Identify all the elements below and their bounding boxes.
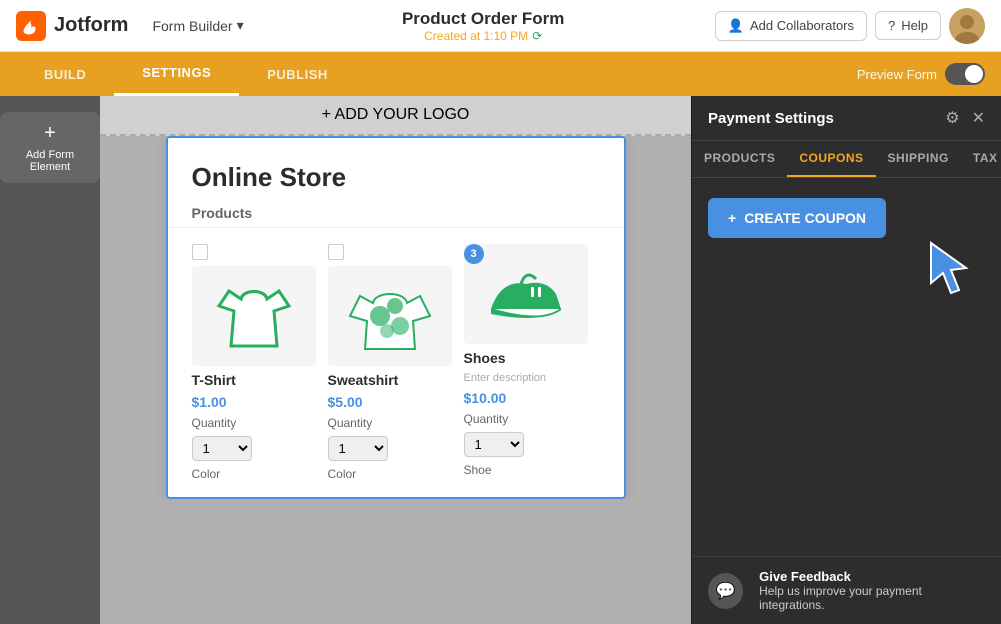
nav-right: 👤 Add Collaborators ? Help <box>715 8 985 44</box>
tab-settings[interactable]: SETTINGS <box>114 52 239 96</box>
tab-shipping[interactable]: SHIPPING <box>876 141 961 177</box>
products-label: Products <box>192 205 253 221</box>
logo-text: Jotform <box>54 14 128 37</box>
product-name-sweatshirt: Sweatshirt <box>328 372 452 388</box>
product-price-shoes: $10.00 <box>464 390 588 406</box>
add-form-element-button[interactable]: + Add Form Element <box>0 112 100 183</box>
product-item-tshirt: T-Shirt $1.00 Quantity 123 Color <box>192 244 328 481</box>
qty-label-sweatshirt: Quantity <box>328 416 452 430</box>
product-image-wrapper-shoes: 3 <box>464 244 588 344</box>
help-label: Help <box>901 18 928 33</box>
gear-icon[interactable]: ⚙ <box>945 108 959 128</box>
feedback-subtitle: Help us improve your payment integration… <box>759 584 985 612</box>
add-collaborators-label: Add Collaborators <box>750 18 854 33</box>
qty-label-tshirt: Quantity <box>192 416 316 430</box>
panel-tabs: PRODUCTS COUPONS SHIPPING TAX INVOICE <box>692 141 1001 178</box>
product-image-tshirt <box>192 266 316 366</box>
product-checkbox-tshirt[interactable] <box>192 244 208 260</box>
main-area: + Add Form Element + ADD YOUR LOGO Onlin… <box>0 96 1001 624</box>
tab-products[interactable]: PRODUCTS <box>692 141 787 177</box>
plus-icon: + <box>728 210 736 226</box>
tab-bar: BUILD SETTINGS PUBLISH Preview Form <box>0 52 1001 96</box>
product-name-tshirt: T-Shirt <box>192 372 316 388</box>
qty-label-shoes: Quantity <box>464 412 588 426</box>
form-title-area: Product Order Form Created at 1:10 PM ⟳ <box>268 9 699 43</box>
form-builder-button[interactable]: Form Builder ▾ <box>144 13 251 38</box>
form-canvas: + ADD YOUR LOGO Online Store Products <box>100 96 691 624</box>
product-image-sweatshirt <box>328 266 452 366</box>
product-item-sweatshirt: Sweatshirt $5.00 Quantity 123 Color <box>328 244 464 481</box>
create-coupon-label: CREATE COUPON <box>744 210 866 226</box>
form-title: Product Order Form <box>268 9 699 29</box>
chat-bubble-icon[interactable]: 💬 <box>708 573 743 609</box>
tab-coupons[interactable]: COUPONS <box>787 141 875 177</box>
product-desc-shoes: Enter description <box>464 372 588 384</box>
qty-select-shoes[interactable]: 1 <box>464 432 524 457</box>
plus-icon: + <box>44 122 56 145</box>
qty-select-tshirt[interactable]: 123 <box>192 436 252 461</box>
left-sidebar: + Add Form Element <box>0 96 100 624</box>
shoe-size-label: Shoe <box>464 463 588 477</box>
logo-bar: + ADD YOUR LOGO <box>100 96 691 136</box>
user-plus-icon: 👤 <box>728 18 744 34</box>
payment-settings-panel: Payment Settings ⚙ ✕ PRODUCTS COUPONS SH… <box>691 96 1001 624</box>
form-subtitle: Created at 1:10 PM ⟳ <box>268 29 699 43</box>
product-price-tshirt: $1.00 <box>192 394 316 410</box>
create-coupon-button[interactable]: + CREATE COUPON <box>708 198 886 238</box>
panel-header-icons: ⚙ ✕ <box>945 108 985 128</box>
tab-tax[interactable]: TAX <box>961 141 1001 177</box>
product-price-sweatshirt: $5.00 <box>328 394 452 410</box>
product-item-shoes: 3 <box>464 244 600 481</box>
feedback-text-area: Give Feedback Help us improve your payme… <box>759 569 985 612</box>
feedback-bar: 💬 Give Feedback Help us improve your pay… <box>692 556 1001 624</box>
top-nav: Jotform Form Builder ▾ Product Order For… <box>0 0 1001 52</box>
form-card-title: Online Store <box>192 162 600 193</box>
panel-title: Payment Settings <box>708 110 834 127</box>
tab-publish[interactable]: PUBLISH <box>239 52 356 96</box>
product-checkbox-sweatshirt[interactable] <box>328 244 344 260</box>
tab-bar-left: BUILD SETTINGS PUBLISH <box>16 52 356 96</box>
form-subtitle-text: Created at 1:10 PM <box>424 29 528 43</box>
color-label-tshirt: Color <box>192 467 316 481</box>
tab-build[interactable]: BUILD <box>16 52 114 96</box>
qty-select-sweatshirt[interactable]: 123 <box>328 436 388 461</box>
preview-label: Preview Form <box>857 67 937 82</box>
question-icon: ? <box>888 18 895 33</box>
avatar[interactable] <box>949 8 985 44</box>
chevron-down-icon: ▾ <box>237 17 244 34</box>
add-logo-text: + ADD YOUR LOGO <box>322 106 470 124</box>
panel-header: Payment Settings ⚙ ✕ <box>692 96 1001 141</box>
feedback-title: Give Feedback <box>759 569 985 584</box>
products-grid: T-Shirt $1.00 Quantity 123 Color <box>168 228 624 497</box>
cursor-arrow <box>921 238 981 298</box>
form-builder-label: Form Builder <box>152 18 232 34</box>
color-label-sweatshirt: Color <box>328 467 452 481</box>
logo-area: Jotform <box>16 11 128 41</box>
sync-icon: ⟳ <box>532 29 542 43</box>
product-name-shoes: Shoes <box>464 350 588 366</box>
preview-toggle[interactable] <box>945 63 985 85</box>
add-form-element-label: Add Form Element <box>16 149 84 173</box>
toggle-knob <box>965 65 983 83</box>
form-card-header: Online Store <box>168 138 624 205</box>
close-icon[interactable]: ✕ <box>972 108 985 128</box>
jotform-logo-icon <box>16 11 46 41</box>
panel-content: + CREATE COUPON <box>692 178 1001 556</box>
form-card: Online Store Products <box>166 136 626 499</box>
chat-icon: 💬 <box>716 581 736 601</box>
add-collaborators-button[interactable]: 👤 Add Collaborators <box>715 11 867 41</box>
tab-bar-right: Preview Form <box>857 63 985 85</box>
help-button[interactable]: ? Help <box>875 11 941 40</box>
